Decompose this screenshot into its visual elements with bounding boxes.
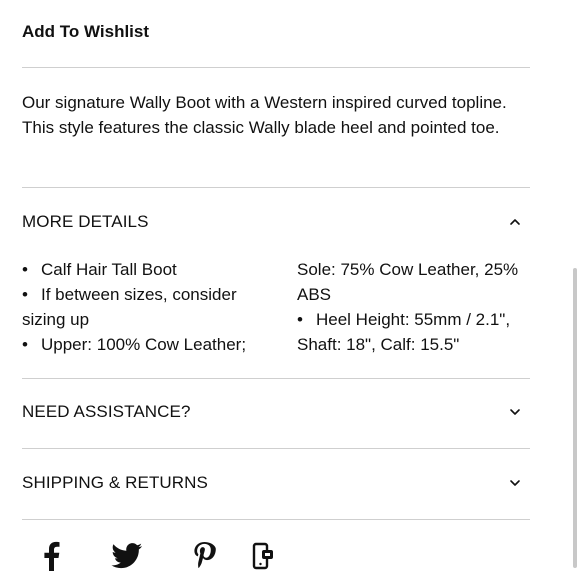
detail-text: Upper: 100% Cow Leather; <box>41 335 247 354</box>
detail-text: Heel Height: 55mm / 2.1", <box>316 310 511 329</box>
list-item: • Heel Height: 55mm / 2.1", <box>297 307 537 332</box>
shipping-returns-toggle[interactable]: SHIPPING & RETURNS <box>22 468 530 498</box>
chevron-up-icon <box>510 219 520 225</box>
more-details-title: MORE DETAILS <box>22 212 149 231</box>
detail-text: If between sizes, consider <box>41 285 237 304</box>
divider <box>22 448 530 449</box>
more-details-toggle[interactable]: MORE DETAILS <box>22 207 530 237</box>
list-item: • Calf Hair Tall Boot <box>22 257 272 282</box>
need-assistance-title: NEED ASSISTANCE? <box>22 402 191 421</box>
need-assistance-toggle[interactable]: NEED ASSISTANCE? <box>22 397 530 427</box>
divider <box>22 67 530 68</box>
detail-text-continued: Shaft: 18", Calf: 15.5" <box>297 335 460 354</box>
share-facebook-button[interactable] <box>38 540 64 572</box>
chevron-down-icon <box>510 480 520 486</box>
add-to-wishlist-button[interactable]: Add To Wishlist <box>22 22 149 42</box>
bullet: • <box>22 285 28 304</box>
detail-text-continued: sizing up <box>22 310 90 329</box>
share-twitter-button[interactable] <box>110 540 144 572</box>
pinterest-icon <box>194 542 216 568</box>
scrollbar[interactable] <box>573 268 577 568</box>
details-left-column: • Calf Hair Tall Boot • If between sizes, … <box>22 257 272 357</box>
shipping-returns-title: SHIPPING & RETURNS <box>22 473 208 492</box>
details-right-column: Sole: 75% Cow Leather, 25% ABS • Heel Hei… <box>297 257 537 357</box>
bullet: • <box>297 310 303 329</box>
product-description: Our signature Wally Boot with a Western … <box>22 93 507 137</box>
twitter-icon <box>111 543 143 569</box>
chevron-down-icon <box>510 409 520 415</box>
share-phone-icon <box>252 542 273 570</box>
detail-text: Calf Hair Tall Boot <box>41 260 177 279</box>
divider <box>22 519 530 520</box>
share-pinterest-button[interactable] <box>190 540 218 572</box>
bullet: • <box>22 335 28 354</box>
bullet: • <box>22 260 28 279</box>
divider <box>22 378 530 379</box>
detail-text: ABS <box>297 285 332 304</box>
list-item: • Upper: 100% Cow Leather; <box>22 332 272 357</box>
facebook-icon <box>44 541 60 571</box>
list-item: • If between sizes, consider <box>22 282 272 307</box>
divider <box>22 187 530 188</box>
detail-text: Sole: 75% Cow Leather, 25% <box>297 260 519 279</box>
share-phone-button[interactable] <box>249 540 277 572</box>
